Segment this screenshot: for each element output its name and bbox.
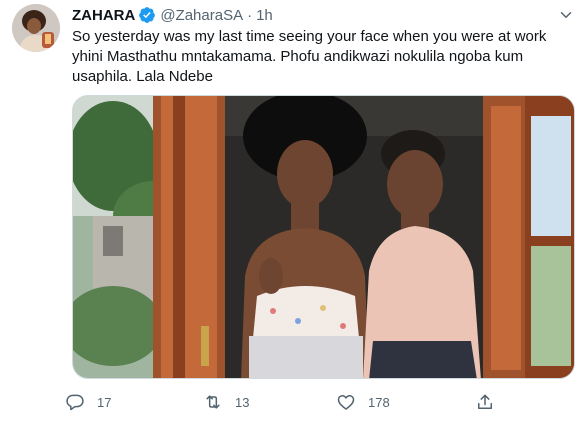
avatar-image [12, 4, 60, 52]
like-count: 178 [368, 394, 390, 410]
heart-icon [337, 395, 355, 410]
share-icon [478, 394, 492, 409]
separator-dot: · [247, 6, 253, 24]
retweet-count: 13 [235, 394, 250, 410]
avatar[interactable] [12, 4, 60, 52]
author-handle[interactable]: @ZaharaSA [160, 7, 243, 24]
share-button[interactable] [475, 388, 495, 416]
chevron-down-icon[interactable] [557, 6, 575, 24]
tweet-text: So yesterday was my last time seeing you… [72, 27, 572, 87]
tweet-photo[interactable] [72, 95, 575, 379]
tweet-actions: 17 13 178 [65, 388, 515, 416]
verified-badge-icon [139, 7, 156, 23]
retweet-button[interactable]: 13 [203, 388, 249, 416]
photo-image [73, 96, 574, 378]
tweet-timestamp[interactable]: 1h [256, 7, 273, 24]
reply-icon [66, 394, 84, 411]
retweet-icon [206, 395, 220, 409]
author-name[interactable]: ZAHARA [72, 7, 135, 24]
reply-button[interactable]: 17 [65, 388, 111, 416]
tweet-card[interactable]: ZAHARA @ZaharaSA · 1h So yesterday was m… [0, 0, 587, 424]
reply-count: 17 [97, 394, 112, 410]
tweet-header: ZAHARA @ZaharaSA · 1h [72, 5, 273, 25]
like-button[interactable]: 178 [336, 388, 390, 416]
tweet-text-line: usaphila. Lala Ndebe [72, 68, 213, 85]
tweet-text-line: yhini Masthathu mntakamama. Phofu andikw… [72, 48, 524, 65]
tweet-text-line: So yesterday was my last time seeing you… [72, 28, 547, 45]
